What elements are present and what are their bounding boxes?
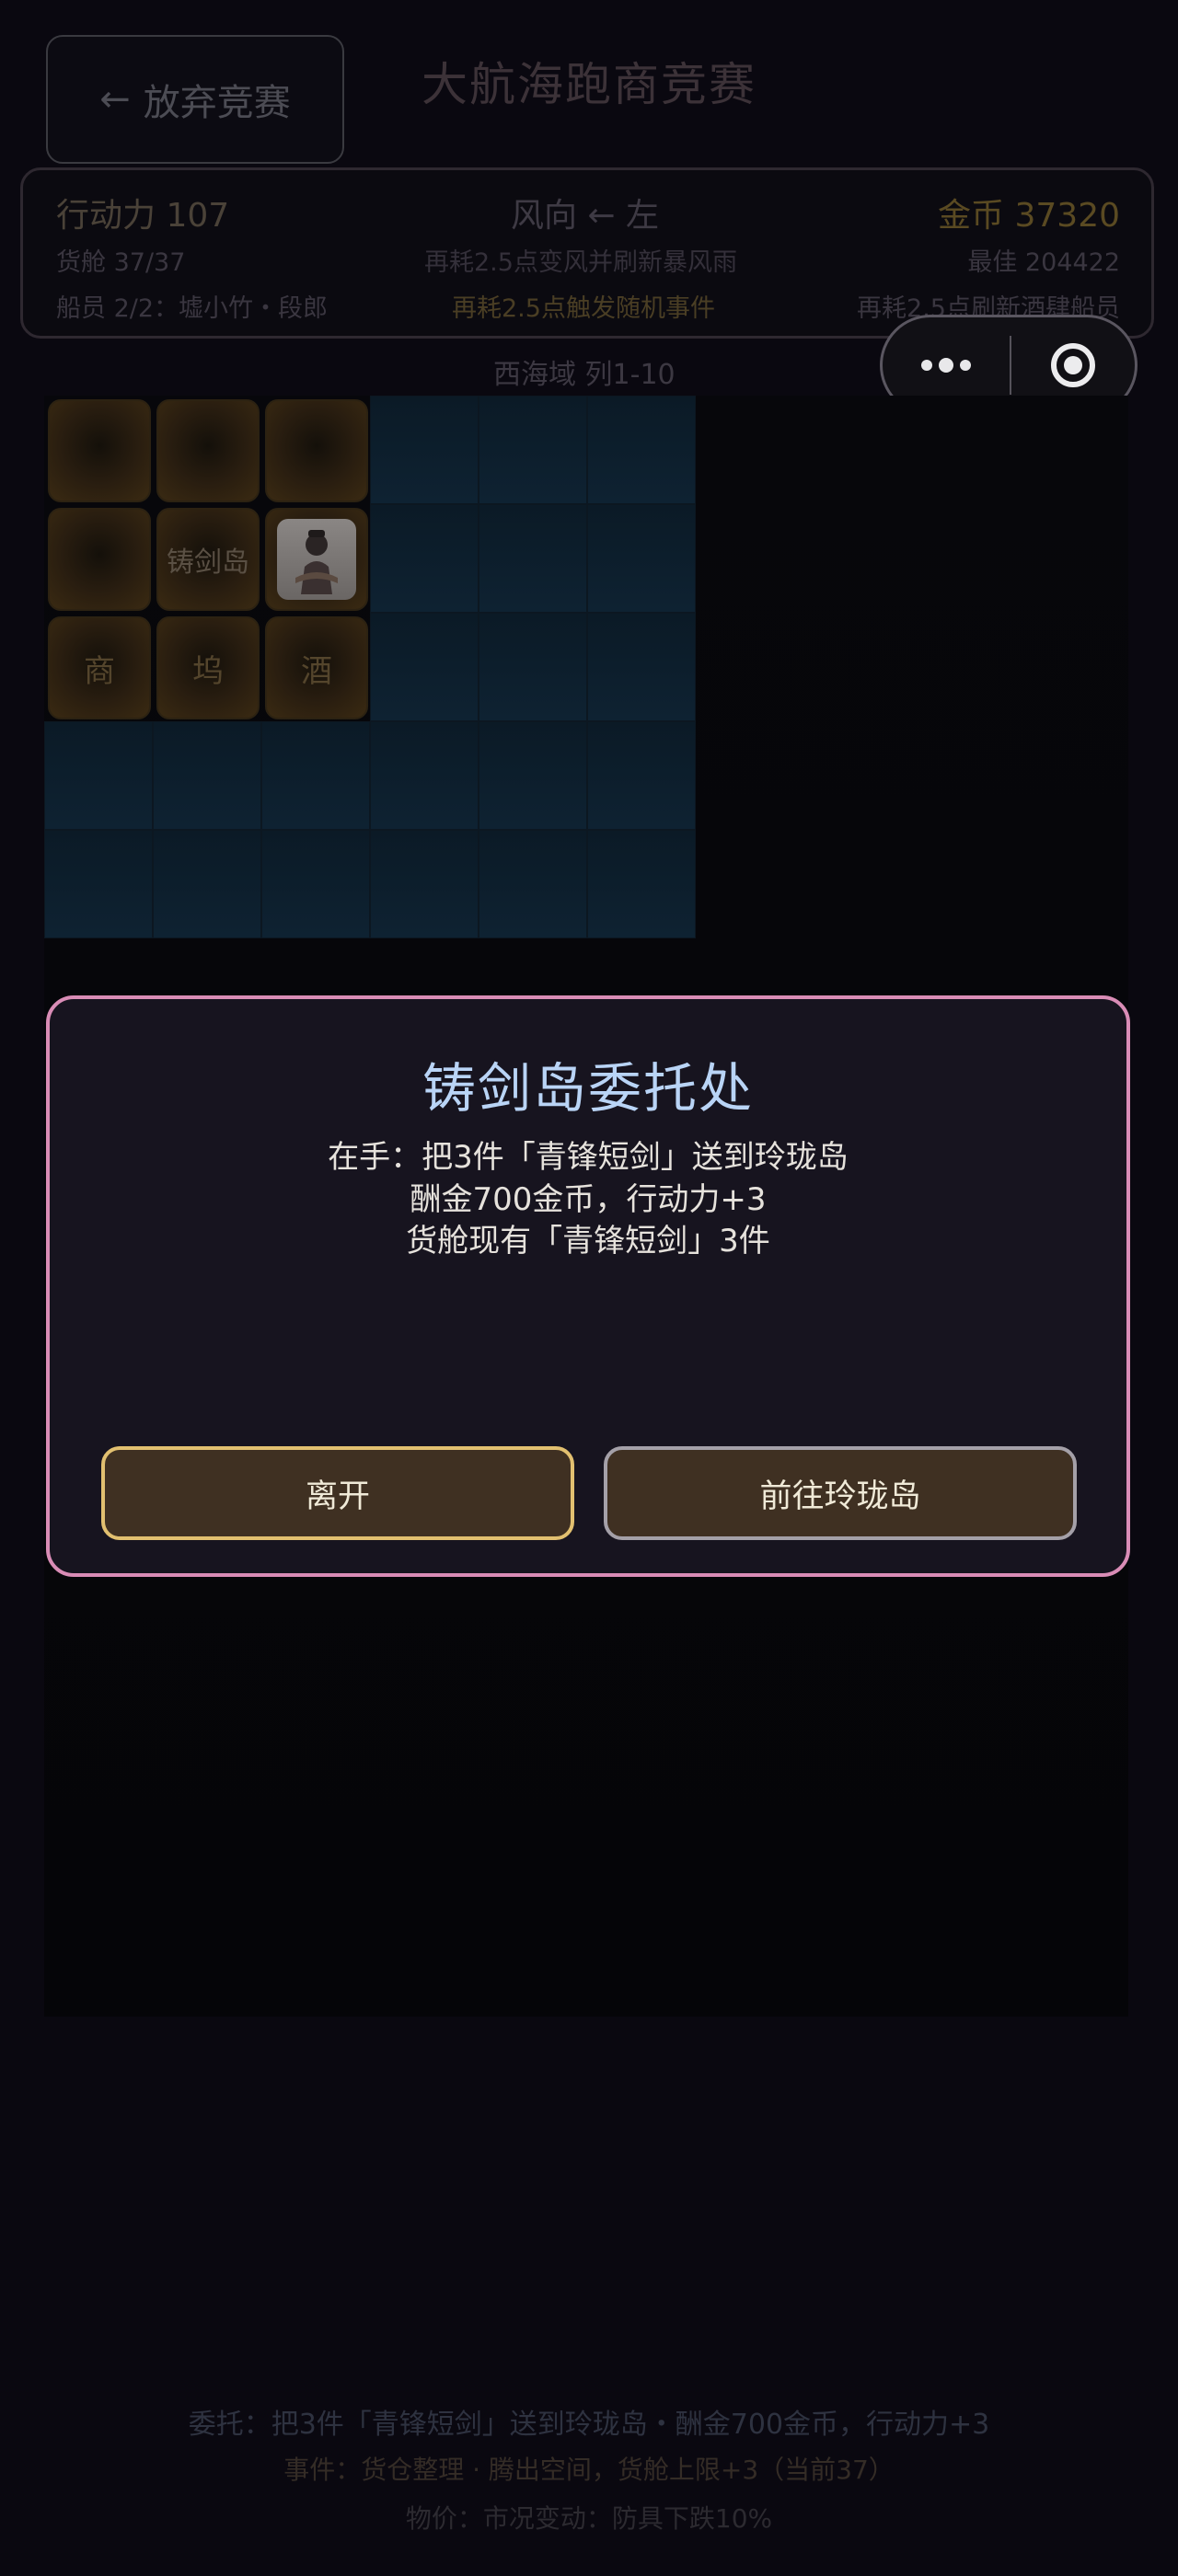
sea-tile[interactable] <box>479 396 587 504</box>
wind-direction: 风向 ← 左 <box>511 197 660 235</box>
cargo-status: 货舱现有「青锋短剑」3件 <box>406 1223 770 1259</box>
footer-commission: 委托：把3件「青锋短剑」送到玲珑岛・酬金700金币，行动力+3 <box>188 2409 990 2441</box>
commission-dialog: 铸剑岛委托处 在手：把3件「青锋短剑」送到玲珑岛 酬金700金币，行动力+3 货… <box>46 995 1130 1577</box>
gold-count: 金币 37320 <box>938 197 1120 235</box>
footer-price: 物价：市况变动：防具下跌10% <box>405 2503 773 2534</box>
go-to-destination-button[interactable]: 前往玲珑岛 <box>604 1446 1077 1540</box>
land-tile[interactable] <box>48 508 151 611</box>
footer-event: 事件：货仓整理 · 腾出空间，货舱上限+3（当前37） <box>283 2455 895 2485</box>
sea-tile[interactable] <box>479 504 587 613</box>
sea-tile[interactable] <box>479 721 587 830</box>
sea-tile[interactable] <box>44 721 153 830</box>
dialog-title: 铸剑岛委托处 <box>422 1057 754 1120</box>
tavern-tile[interactable]: 酒 <box>265 616 368 719</box>
sea-tile[interactable] <box>587 613 696 721</box>
shop-tile[interactable]: 商 <box>48 616 151 719</box>
sea-tile[interactable] <box>370 830 479 938</box>
region-label: 西海域 列1-10 <box>493 359 676 391</box>
player-ship-tile[interactable] <box>265 508 368 611</box>
status-panel: 行动力 107 风向 ← 左 金币 37320 货舱 37/37 再耗2.5点变… <box>20 167 1154 339</box>
leave-button[interactable]: 离开 <box>101 1446 574 1540</box>
quit-race-button[interactable]: ← 放弃竞赛 <box>46 35 344 164</box>
land-tile[interactable] <box>156 399 260 502</box>
wind-refresh-hint[interactable]: 再耗2.5点变风并刷新暴风雨 <box>424 242 737 278</box>
sea-tile[interactable] <box>153 721 261 830</box>
sea-tile[interactable] <box>479 613 587 721</box>
sea-tile[interactable] <box>587 396 696 504</box>
commission-reward: 酬金700金币，行动力+3 <box>410 1181 767 1218</box>
crew-list: 船员 2/2：墟小竹・段郎 <box>56 294 329 323</box>
random-event-hint[interactable]: 再耗2.5点触发随机事件 <box>452 288 715 324</box>
commission-detail: 在手：把3件「青锋短剑」送到玲珑岛 <box>328 1139 849 1176</box>
sea-tile[interactable] <box>479 830 587 938</box>
sea-tile[interactable] <box>587 830 696 938</box>
sea-tile[interactable] <box>261 830 370 938</box>
land-tile[interactable] <box>48 399 151 502</box>
sea-tile[interactable] <box>261 721 370 830</box>
sea-tile[interactable] <box>370 613 479 721</box>
land-tile[interactable] <box>265 399 368 502</box>
quit-race-label: 放弃竞赛 <box>143 82 291 124</box>
captain-portrait <box>277 519 356 600</box>
sea-tile[interactable] <box>370 721 479 830</box>
back-arrow-icon: ← <box>99 78 131 121</box>
sea-tile[interactable] <box>587 504 696 613</box>
dock-tile[interactable]: 坞 <box>156 616 260 719</box>
sea-tile[interactable] <box>153 830 261 938</box>
cargo-capacity: 货舱 37/37 <box>56 248 186 277</box>
sea-tile[interactable] <box>587 721 696 830</box>
island-name-tile[interactable]: 铸剑岛 <box>156 508 260 611</box>
sea-tile[interactable] <box>370 504 479 613</box>
page-title: 大航海跑商竞赛 <box>422 58 756 111</box>
sea-tile[interactable] <box>44 830 153 938</box>
sea-tile[interactable] <box>370 396 479 504</box>
best-score: 最佳 204422 <box>967 248 1120 277</box>
action-points: 行动力 107 <box>56 197 230 235</box>
